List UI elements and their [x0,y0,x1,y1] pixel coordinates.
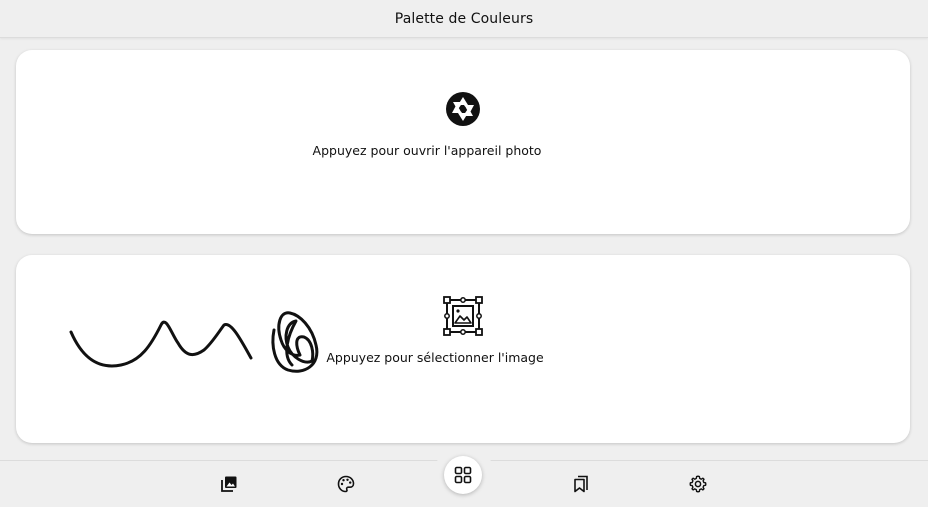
app-window: Palette de Couleurs Appuyez pour ouvrir … [0,0,928,507]
nav-grid-home[interactable] [444,456,482,494]
camera-shutter-icon [446,92,480,126]
bookmarks-icon [574,475,588,493]
image-select-icon [443,296,483,336]
select-image-card[interactable]: Appuyez pour sélectionner l'image [16,255,910,443]
settings-icon [689,475,707,493]
nav-palette[interactable] [335,473,357,495]
nav-settings[interactable] [687,473,709,495]
app-header: Palette de Couleurs [0,0,928,38]
nav-photo-library[interactable] [218,473,240,495]
open-camera-label: Appuyez pour ouvrir l'appareil photo [312,143,542,158]
photo-library-icon [221,476,237,492]
page-title: Palette de Couleurs [394,10,534,27]
open-camera-card[interactable]: Appuyez pour ouvrir l'appareil photo [16,50,910,234]
nav-bookmarks[interactable] [570,473,592,495]
grid-icon [454,466,472,484]
handwritten-scribble [69,311,319,373]
palette-icon [337,475,355,493]
select-image-label: Appuyez pour sélectionner l'image [326,350,544,365]
